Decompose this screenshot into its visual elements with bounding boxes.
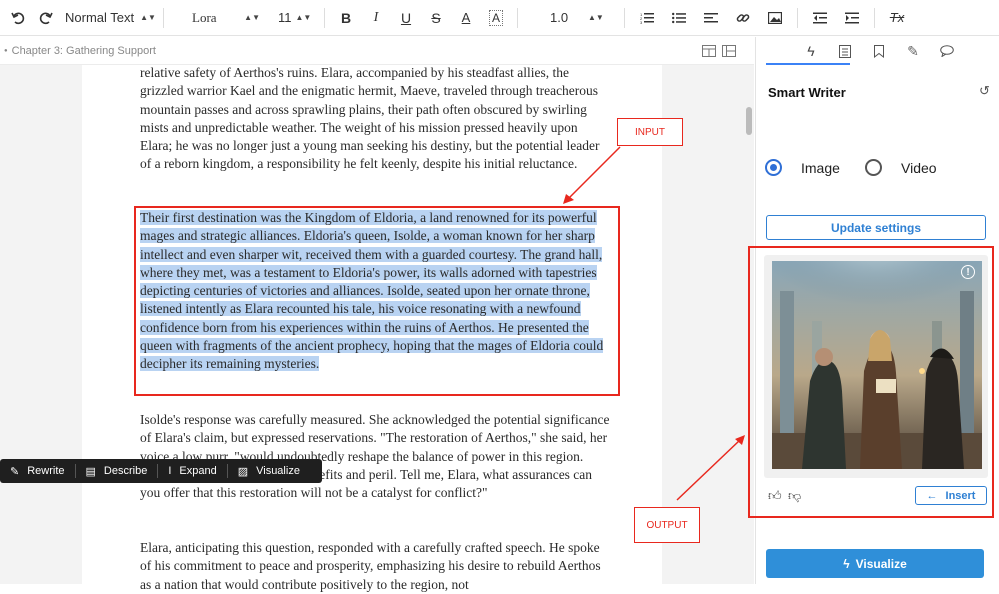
highlight-color-button[interactable]: A (481, 0, 511, 36)
expand-label: Expand (179, 465, 217, 477)
arrow-left-icon: ← (926, 489, 938, 502)
layout-icon[interactable] (702, 45, 716, 60)
underline-button[interactable]: U (391, 0, 421, 36)
thumbs-up-icon[interactable]: 👍︎ (768, 488, 782, 504)
strikethrough-button[interactable]: S (421, 0, 451, 36)
divider (624, 7, 625, 28)
image-icon: ▨ (237, 465, 249, 478)
edit-icon: ✎ (10, 465, 20, 478)
visualize-inline-button[interactable]: ▨ Visualize (228, 465, 310, 478)
chevron-updown-icon: ▲▼ (244, 13, 260, 22)
paragraph[interactable]: Isolde's response was carefully measured… (140, 411, 610, 502)
ai-floating-toolbar: ✎ Rewrite ▤ Describe I Expand ▨ Visualiz… (0, 459, 322, 483)
tab-bookmarks[interactable] (862, 37, 896, 65)
pencil-icon: ✎ (907, 42, 919, 59)
describe-button[interactable]: ▤ Describe (76, 465, 158, 478)
radio-image[interactable] (765, 159, 782, 176)
radio-image-option[interactable]: Image (765, 159, 840, 176)
indent-icon[interactable] (836, 0, 868, 36)
outdent-icon[interactable] (804, 0, 836, 36)
highlight-letter: A (488, 9, 503, 26)
update-settings-button[interactable]: Update settings (766, 215, 986, 240)
insert-button[interactable]: ← Insert (915, 486, 987, 505)
lightning-icon: ϟ (843, 556, 850, 571)
italic-button[interactable]: I (361, 0, 391, 36)
input-annotation-label: INPUT (617, 118, 683, 146)
breadcrumb-dot: ● (4, 47, 8, 54)
input-annotation-box (134, 206, 620, 396)
bookmark-icon (874, 44, 884, 58)
align-left-icon[interactable] (695, 0, 727, 36)
line-spacing-select[interactable]: 1.0 ▲▼ (550, 10, 610, 25)
lightning-icon: ϟ (807, 43, 815, 59)
bullet-list-icon[interactable] (663, 0, 695, 36)
undo-icon[interactable] (0, 0, 36, 36)
visualize-label: Visualize (256, 465, 300, 477)
font-size-select[interactable]: 11 ▲▼ (278, 10, 318, 25)
document-icon: ▤ (85, 465, 96, 478)
visualize-button[interactable]: ϟ Visualize (766, 549, 984, 578)
text-color-button[interactable]: A (451, 0, 481, 36)
image-icon[interactable] (759, 0, 791, 36)
info-icon[interactable]: ! (961, 265, 975, 279)
generated-image[interactable] (772, 261, 982, 469)
chevron-updown-icon: ▲▼ (140, 13, 156, 22)
line-spacing-value: 1.0 (550, 10, 569, 25)
tab-comments[interactable] (930, 37, 964, 65)
radio-video-option[interactable]: Video (865, 159, 937, 176)
clear-formatting-button[interactable]: Tx (881, 0, 913, 36)
rewrite-label: Rewrite (27, 465, 65, 477)
font-select[interactable]: Lora ▲▼ (180, 10, 260, 26)
radio-video-label: Video (901, 159, 937, 176)
redo-icon[interactable] (36, 0, 56, 36)
link-icon[interactable] (727, 0, 759, 36)
active-tab-indicator (766, 63, 850, 65)
font-size-value: 11 (278, 10, 292, 25)
text-cursor-icon: I (168, 465, 172, 477)
radio-video[interactable] (865, 159, 882, 176)
history-icon[interactable]: ↺ (979, 83, 990, 99)
text-style-select[interactable]: Normal Text ▲▼ (65, 10, 157, 25)
breadcrumb: ● Chapter 3: Gathering Support (0, 37, 754, 65)
divider (163, 7, 164, 28)
paragraph[interactable]: relative safety of Aerthos's ruins. Elar… (140, 64, 610, 174)
tab-notes[interactable] (828, 37, 862, 65)
paragraph[interactable]: Elara, anticipating this question, respo… (140, 539, 610, 594)
describe-label: Describe (103, 465, 148, 477)
divider (324, 7, 325, 28)
thumbs-down-icon[interactable]: 👎︎ (788, 488, 801, 504)
bold-button[interactable]: B (331, 0, 361, 36)
visualize-label: Visualize (855, 556, 907, 571)
notes-icon (839, 44, 851, 58)
svg-text:3: 3 (640, 20, 643, 24)
font-value: Lora (192, 9, 217, 25)
rewrite-button[interactable]: ✎ Rewrite (0, 465, 75, 478)
tab-smart-writer[interactable]: ϟ (794, 37, 828, 65)
chevron-updown-icon: ▲▼ (588, 13, 604, 22)
formatting-toolbar: Normal Text ▲▼ Lora ▲▼ 11 ▲▼ B I U S A A 1.… (0, 0, 999, 36)
panel-title: Smart Writer (768, 85, 846, 100)
chevron-updown-icon: ▲▼ (295, 13, 312, 22)
radio-image-label: Image (801, 159, 840, 176)
divider (797, 7, 798, 28)
panel-tabs: ϟ ✎ (756, 37, 999, 65)
text-style-value: Normal Text (65, 10, 135, 25)
insert-label: Insert (945, 489, 976, 502)
scrollbar-thumb[interactable] (746, 107, 752, 135)
smart-writer-panel: ϟ ✎ Smart Writer ↺ Image Video Update se… (748, 37, 999, 584)
chapter-title[interactable]: Chapter 3: Gathering Support (12, 45, 156, 57)
comment-icon (940, 45, 954, 57)
expand-button[interactable]: I Expand (158, 465, 226, 477)
columns-icon[interactable] (722, 45, 736, 60)
divider (874, 7, 875, 28)
divider (517, 7, 518, 28)
numbered-list-icon[interactable]: 123 (631, 0, 663, 36)
output-annotation-label: OUTPUT (634, 507, 700, 543)
tab-edit[interactable]: ✎ (896, 37, 930, 65)
